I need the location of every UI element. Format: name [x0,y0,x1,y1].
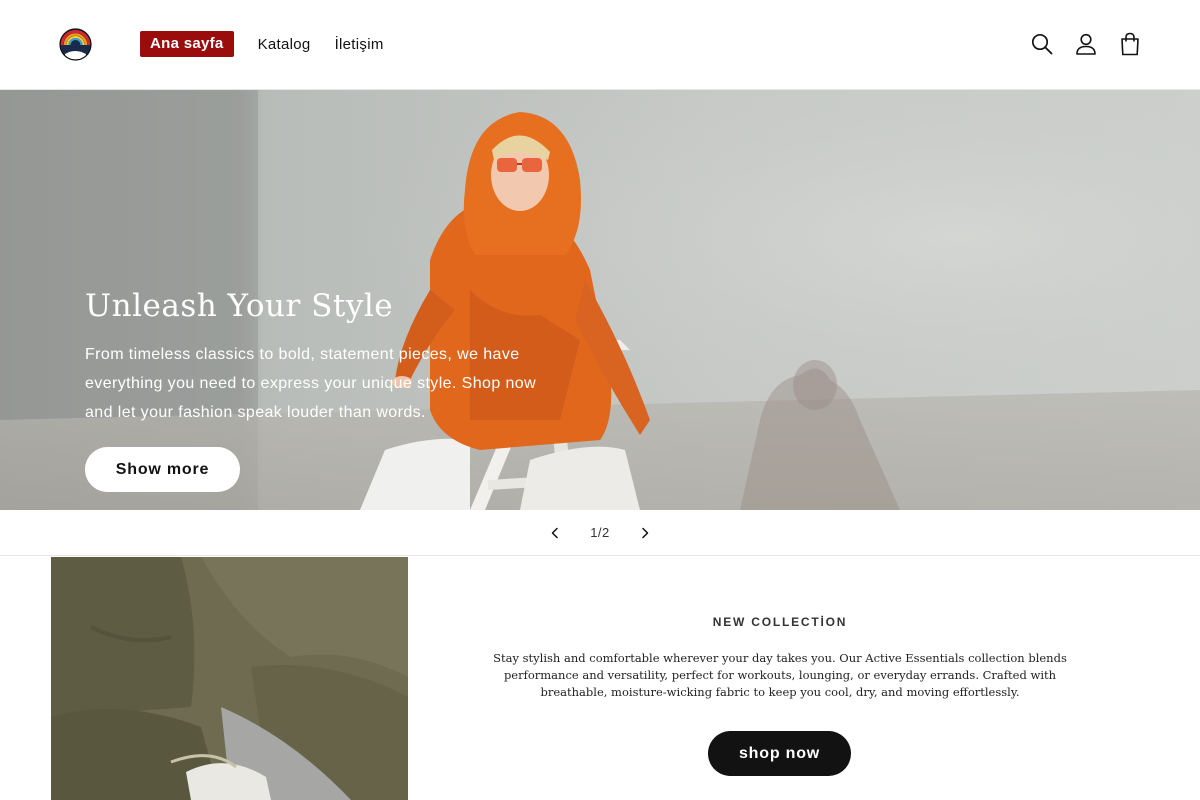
slider-next-button[interactable] [630,518,660,548]
hero-text: From timeless classics to bold, statemen… [85,346,537,421]
header-icons [1012,30,1144,58]
logo-link[interactable] [59,28,92,61]
shop-now-button[interactable]: shop now [708,731,851,776]
account-icon [1076,33,1096,55]
collection-photo [51,557,408,800]
rainbow-logo-icon [59,28,92,61]
account-button[interactable] [1072,30,1100,58]
slider-controls: 1/2 [0,510,1200,556]
hero-title: Unleash Your Style [85,288,394,324]
search-button[interactable] [1028,30,1056,58]
nav-item-home[interactable]: Ana sayfa [140,31,234,57]
chevron-right-icon [642,527,649,538]
cart-button[interactable] [1116,30,1144,58]
nav-item-contact[interactable]: İletişim [335,36,384,53]
search-icon [1031,33,1053,55]
collection-text: Stay stylish and comfortable wherever yo… [493,651,1067,699]
hero-slide: Unleash Your Style From timeless classic… [0,90,1200,510]
chevron-left-icon [551,527,558,538]
slider-counter: 1/2 [590,525,610,540]
cart-icon [1121,32,1139,56]
site-header: Ana sayfa Katalog İletişim [0,0,1200,90]
collection-image [51,557,408,800]
collection-heading: NEW COLLECTİON [712,615,848,629]
slider-prev-button[interactable] [540,518,570,548]
nav-item-catalog[interactable]: Katalog [258,36,311,53]
main-nav: Ana sayfa Katalog İletişim [140,31,384,57]
show-more-button[interactable]: Show more [85,447,240,492]
